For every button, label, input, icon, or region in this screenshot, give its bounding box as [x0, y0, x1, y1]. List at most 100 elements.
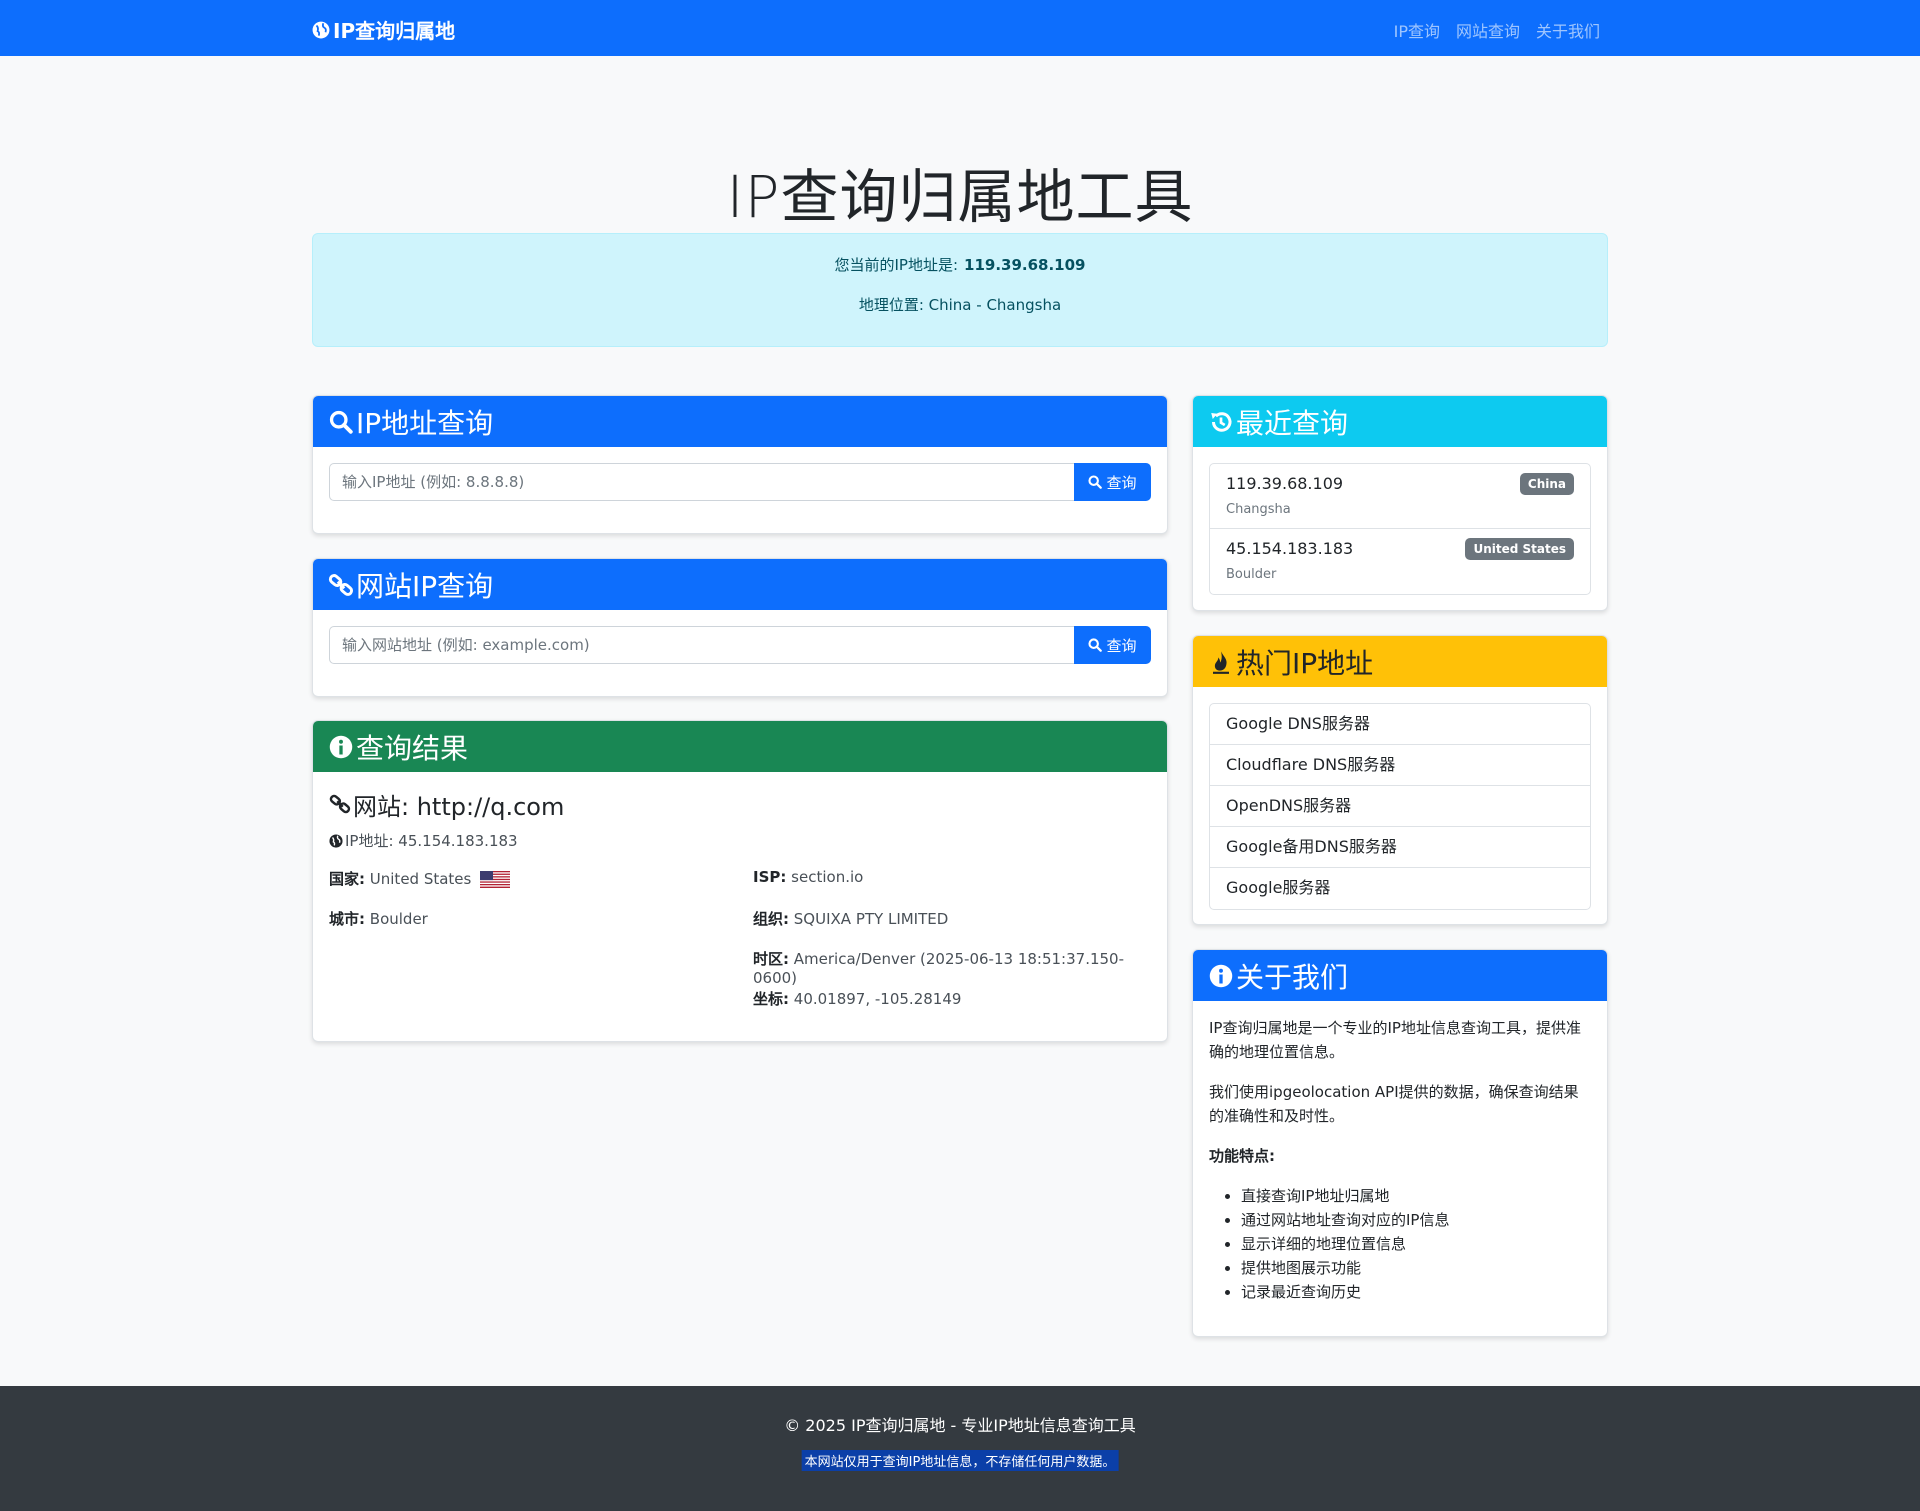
info-circle-icon [1208, 963, 1234, 989]
site-input[interactable] [329, 626, 1074, 664]
ip-query-title: IP地址查询 [356, 406, 494, 440]
result-title: 查询结果 [356, 731, 469, 765]
coordinates-key: 坐标: [753, 990, 789, 1008]
ip-input[interactable] [329, 463, 1074, 501]
popular-item[interactable]: OpenDNS服务器 [1210, 786, 1590, 827]
link-icon [328, 572, 354, 598]
country-value: United States [369, 870, 472, 888]
country-key: 国家: [329, 870, 365, 888]
about-card: 关于我们 IP查询归属地是一个专业的IP地址信息查询工具，提供准确的地理位置信息… [1192, 949, 1608, 1337]
nav-link-ip-query[interactable]: IP查询 [1394, 18, 1440, 42]
site-query-title: 网站IP查询 [356, 569, 494, 603]
globe-icon [311, 20, 331, 40]
result-ip: IP地址: 45.154.183.183 [329, 830, 1151, 851]
nav-link-about[interactable]: 关于我们 [1536, 18, 1600, 42]
popular-item[interactable]: Cloudflare DNS服务器 [1210, 745, 1590, 786]
city-value: Boulder [369, 910, 428, 928]
footer-note: 本网站仅用于查询IP地址信息，不存储任何用户数据。 [801, 1450, 1119, 1471]
about-paragraph-1: IP查询归属地是一个专业的IP地址信息查询工具，提供准确的地理位置信息。 [1209, 1019, 1581, 1061]
recent-item-ip: 119.39.68.109 [1226, 474, 1344, 493]
about-title: 关于我们 [1236, 960, 1349, 994]
navbar: IP查询归属地 IP查询 网站查询 关于我们 [0, 0, 1920, 56]
current-ip-value: 119.39.68.109 [964, 256, 1086, 274]
feature-item: 通过网站地址查询对应的IP信息 [1241, 1208, 1591, 1232]
result-isp: ISP: section.io [753, 868, 863, 886]
popular-item[interactable]: Google服务器 [1210, 868, 1590, 909]
current-ip-line: 您当前的IP地址是: 119.39.68.109 [313, 254, 1607, 275]
recent-item-country-badge: China [1519, 473, 1574, 495]
feature-item: 直接查询IP地址归属地 [1241, 1184, 1591, 1208]
ip-query-card: IP地址查询 查询 [312, 395, 1168, 534]
org-key: 组织: [753, 910, 789, 928]
feature-item: 提供地图展示功能 [1241, 1256, 1591, 1280]
info-circle-icon [328, 734, 354, 760]
coordinates-value: 40.01897, -105.28149 [793, 990, 962, 1008]
about-features-title: 功能特点: [1209, 1144, 1591, 1168]
recent-item[interactable]: 45.154.183.183 Boulder United States [1210, 529, 1590, 594]
popular-list: Google DNS服务器 Cloudflare DNS服务器 OpenDNS服… [1209, 703, 1591, 910]
recent-card: 最近查询 119.39.68.109 Changsha China 45.154… [1192, 395, 1608, 611]
navbar-brand-label: IP查询归属地 [333, 19, 456, 43]
popular-item[interactable]: Google备用DNS服务器 [1210, 827, 1590, 868]
current-location-line: 地理位置: China - Changsha [313, 294, 1607, 315]
popular-card: 热门IP地址 Google DNS服务器 Cloudflare DNS服务器 O… [1192, 635, 1608, 925]
result-site-label: 网站: http://q.com [353, 792, 565, 821]
site-query-card: 网站IP查询 查询 [312, 558, 1168, 697]
result-header: 查询结果 [313, 721, 1167, 772]
current-ip-alert: 您当前的IP地址是: 119.39.68.109 地理位置: China - Ch… [312, 233, 1608, 347]
current-location-value: China - Changsha [928, 296, 1062, 314]
result-body: 网站: http://q.com IP地址: 45.154.183.183 [329, 788, 1151, 851]
ip-query-group: 查询 [329, 463, 1151, 501]
fire-icon [1208, 649, 1234, 675]
link-icon [329, 793, 351, 815]
popular-item[interactable]: Google DNS服务器 [1210, 704, 1590, 745]
about-features-list: 直接查询IP地址归属地 通过网站地址查询对应的IP信息 显示详细的地理位置信息 … [1241, 1184, 1591, 1304]
result-country: 国家: United States [329, 868, 511, 889]
footer: © 2025 IP查询归属地 - 专业IP地址信息查询工具 本网站仅用于查询IP… [0, 1386, 1920, 1511]
search-icon [1088, 475, 1103, 489]
recent-header: 最近查询 [1193, 396, 1607, 447]
city-key: 城市: [329, 910, 365, 928]
about-body: IP查询归属地是一个专业的IP地址信息查询工具，提供准确的地理位置信息。 我们使… [1209, 1016, 1591, 1304]
us-flag-icon [480, 871, 511, 888]
footer-copyright: © 2025 IP查询归属地 - 专业IP地址信息查询工具 [784, 1416, 1136, 1435]
recent-title: 最近查询 [1236, 406, 1349, 440]
feature-item: 记录最近查询历史 [1241, 1280, 1591, 1304]
recent-item-ip: 45.154.183.183 [1226, 539, 1354, 558]
about-features-title-text: 功能特点: [1209, 1147, 1275, 1165]
recent-item-city: Boulder [1226, 567, 1277, 582]
org-value: SQUIXA PTY LIMITED [793, 910, 949, 928]
globe-icon [329, 833, 343, 848]
navbar-brand[interactable]: IP查询归属地 [311, 15, 455, 44]
timezone-key: 时区: [753, 950, 789, 968]
search-icon [1088, 638, 1103, 652]
isp-value: section.io [791, 868, 864, 886]
navbar-links: IP查询 网站查询 关于我们 [1394, 18, 1600, 42]
result-org: 组织: SQUIXA PTY LIMITED [753, 908, 948, 929]
ip-query-header: IP地址查询 [313, 396, 1167, 447]
site-query-button[interactable]: 查询 [1074, 626, 1151, 664]
ip-query-button[interactable]: 查询 [1074, 463, 1151, 501]
recent-item-city: Changsha [1226, 502, 1291, 517]
about-header: 关于我们 [1193, 950, 1607, 1001]
recent-list: 119.39.68.109 Changsha China 45.154.183.… [1209, 463, 1591, 595]
timezone-value: America/Denver (2025-06-13 18:51:37.150-… [753, 950, 1125, 987]
result-coordinates: 坐标: 40.01897, -105.28149 [753, 988, 961, 1009]
result-timezone: 时区: America/Denver (2025-06-13 18:51:37.… [753, 948, 1167, 987]
site-query-group: 查询 [329, 626, 1151, 664]
popular-header: 热门IP地址 [1193, 636, 1607, 687]
recent-item[interactable]: 119.39.68.109 Changsha China [1210, 464, 1590, 529]
history-icon [1208, 409, 1234, 435]
popular-title: 热门IP地址 [1236, 646, 1374, 680]
result-card: 查询结果 网站: http://q.com IP地址: 45.154.183.1… [312, 720, 1168, 1042]
nav-link-site-query[interactable]: 网站查询 [1456, 18, 1520, 42]
about-paragraph-2: 我们使用ipgeolocation API提供的数据，确保查询结果的准确性和及时… [1209, 1083, 1579, 1125]
site-query-button-label: 查询 [1106, 636, 1137, 655]
current-location-label: 地理位置: [858, 296, 924, 314]
result-site: 网站: http://q.com [329, 788, 1151, 821]
search-icon [328, 409, 354, 435]
hero: IP查询归属地工具 提供准确的IP地址地理位置信息查询 [0, 56, 1920, 261]
recent-item-country-badge: United States [1465, 538, 1574, 560]
feature-item: 显示详细的地理位置信息 [1241, 1232, 1591, 1256]
site-query-header: 网站IP查询 [313, 559, 1167, 610]
